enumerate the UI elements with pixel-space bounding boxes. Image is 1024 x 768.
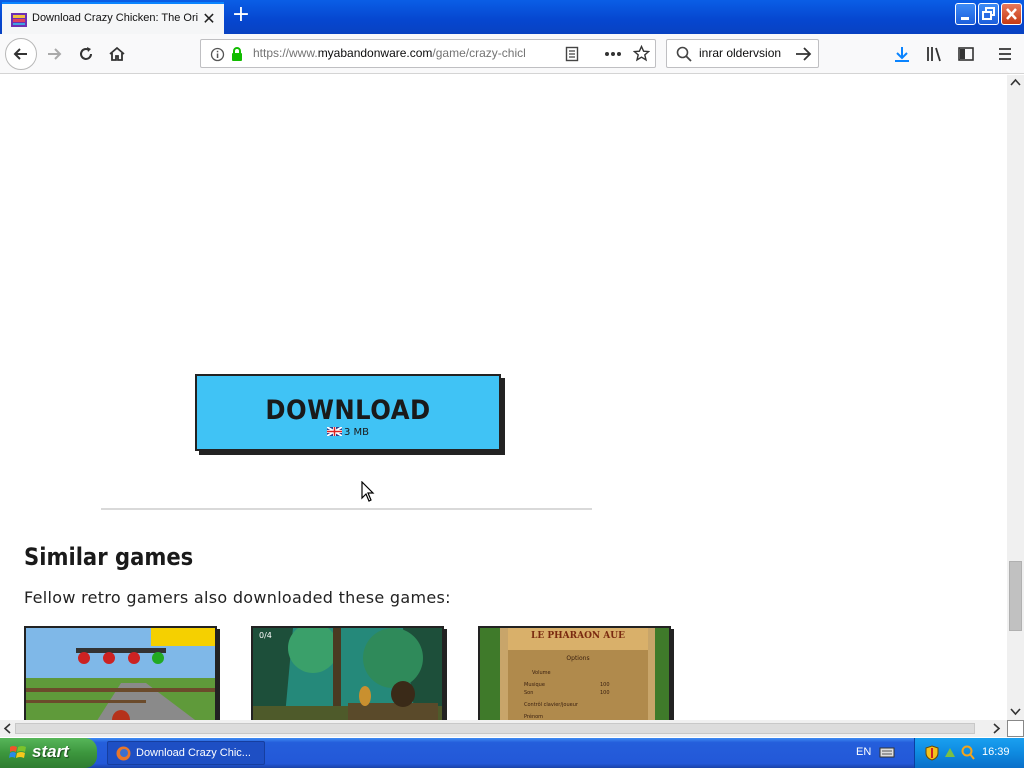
similar-game-thumbnail-2[interactable]: 0/4 (251, 626, 444, 720)
back-button[interactable] (5, 38, 37, 70)
scroll-down-arrow-icon[interactable] (1010, 708, 1021, 716)
download-size-text: 3 MB (343, 427, 370, 438)
pharaoh-game-screenshot: LE PHARAON AUE Options Volume Musique 10… (480, 628, 669, 720)
download-size: 3 MB (197, 427, 499, 438)
similar-games-heading: Similar games (24, 543, 194, 571)
windows-logo-icon (9, 746, 26, 758)
hamburger-menu-icon (999, 48, 1011, 60)
navigation-toolbar: https://www.myabandonware.com/game/crazy… (0, 34, 1024, 74)
scroll-left-arrow-icon[interactable] (3, 723, 11, 734)
similar-games-subtitle: Fellow retro gamers also downloaded thes… (24, 588, 451, 607)
close-icon (1006, 8, 1017, 20)
downloads-button[interactable] (888, 40, 916, 68)
home-button[interactable] (103, 40, 131, 68)
new-tab-button[interactable]: + (230, 4, 252, 27)
horizontal-scroll-thumb[interactable] (15, 723, 975, 734)
reload-icon (80, 47, 92, 60)
jungle-game-screenshot: 0/4 (253, 628, 442, 720)
scroll-right-arrow-icon[interactable] (993, 723, 1001, 734)
racing-game-screenshot (26, 628, 215, 720)
library-icon (927, 47, 941, 62)
thumb3-row-volume: Volume (532, 670, 551, 676)
close-window-button[interactable] (1001, 3, 1022, 25)
url-text[interactable]: https://www.myabandonware.com/game/crazy… (253, 46, 525, 60)
thumb3-row-controls: Contrôl clavier/joueur (524, 701, 579, 708)
uk-flag-icon (326, 427, 342, 436)
minimize-window-button[interactable] (955, 3, 976, 25)
url-domain: myabandonware.com (317, 46, 433, 60)
thumb3-value-music: 100 (600, 682, 610, 688)
vertical-scrollbar[interactable] (1007, 75, 1024, 720)
thumb3-row-name: Prénom (524, 713, 543, 720)
taskbar-item-browser[interactable]: Download Crazy Chic... (107, 741, 265, 765)
thumb3-value-sound: 100 (600, 690, 610, 696)
page-actions-icon[interactable] (604, 51, 622, 57)
search-go-arrow-icon[interactable] (795, 46, 812, 62)
sidebar-icon (958, 47, 974, 61)
mouse-cursor-icon (361, 481, 375, 502)
keyboard-icon[interactable] (879, 746, 895, 759)
url-prefix: https://www. (253, 46, 318, 60)
url-path: /game/crazy-chicken-the-original (432, 46, 525, 60)
windows-taskbar: start Download Crazy Chic... EN 16:39 (0, 738, 1024, 768)
back-arrow-icon (13, 48, 27, 60)
secure-lock-icon[interactable] (230, 46, 244, 62)
bookmark-star-icon[interactable] (633, 45, 650, 62)
horizontal-scrollbar[interactable] (0, 720, 1007, 737)
security-shield-icon[interactable] (925, 745, 939, 761)
url-bar[interactable]: https://www.myabandonware.com/game/crazy… (200, 39, 656, 68)
minimize-icon (961, 17, 969, 20)
magnifier-tray-icon[interactable] (961, 745, 975, 761)
tab-close-icon[interactable]: ✕ (201, 11, 217, 27)
search-bar[interactable]: inrar oldervsion (666, 39, 819, 68)
home-icon (109, 46, 125, 61)
start-label: start (32, 742, 69, 761)
site-favicon-icon (11, 13, 27, 27)
search-query[interactable]: inrar oldervsion (699, 46, 781, 60)
browser-tab-active[interactable]: Download Crazy Chicken: The Original ✕ (2, 2, 224, 34)
taskbar-item-label: Download Crazy Chic... (136, 747, 251, 759)
thumb3-options: Options (566, 655, 589, 662)
reader-view-icon[interactable] (565, 46, 579, 62)
reload-button[interactable] (72, 40, 100, 68)
menu-button[interactable] (991, 40, 1019, 68)
similar-game-thumbnail-1[interactable] (24, 626, 217, 720)
page-viewport: DOWNLOAD 3 MB Similar games Fellow retro… (0, 75, 1007, 720)
thumb2-counter: 0/4 (259, 631, 272, 640)
browser-tab-bar: Download Crazy Chicken: The Original ✕ + (0, 0, 1024, 34)
similar-game-thumbnail-3[interactable]: LE PHARAON AUE Options Volume Musique 10… (478, 626, 671, 720)
start-button[interactable]: start (0, 738, 97, 768)
info-icon[interactable] (210, 47, 225, 62)
forward-button[interactable] (40, 40, 68, 68)
network-icon[interactable] (943, 745, 957, 761)
scroll-up-arrow-icon[interactable] (1010, 78, 1021, 86)
download-label: DOWNLOAD (265, 395, 431, 426)
scrollbar-corner (1007, 720, 1024, 737)
firefox-icon (116, 746, 131, 761)
search-icon (676, 46, 692, 62)
vertical-scroll-thumb[interactable] (1009, 561, 1022, 631)
section-divider (101, 508, 592, 510)
forward-arrow-icon (48, 48, 62, 60)
thumb3-row-sound: Son (524, 690, 533, 696)
language-indicator[interactable]: EN (856, 746, 871, 758)
tab-title: Download Crazy Chicken: The Original (32, 12, 198, 24)
clock[interactable]: 16:39 (982, 746, 1010, 758)
restore-icon (982, 7, 995, 20)
thumb3-row-music: Musique (524, 682, 545, 688)
download-arrow-icon (895, 47, 909, 62)
thumb3-title: LE PHARAON AUE (531, 631, 625, 641)
library-button[interactable] (920, 40, 948, 68)
sidebar-toggle-button[interactable] (952, 40, 980, 68)
restore-window-button[interactable] (978, 3, 999, 25)
download-button[interactable]: DOWNLOAD 3 MB (195, 374, 501, 451)
